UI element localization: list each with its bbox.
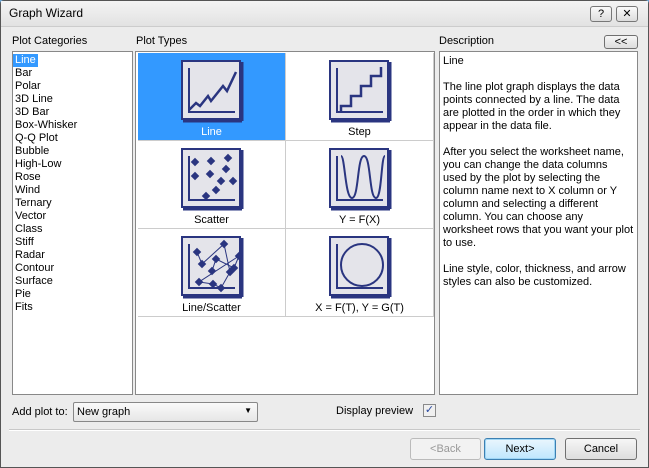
plot-type-function-plot[interactable]: Y = F(X)	[286, 141, 434, 229]
scatter-plot-icon	[180, 148, 243, 211]
category-item[interactable]: Radar	[13, 249, 132, 262]
category-item[interactable]: Line	[13, 54, 38, 67]
help-button[interactable]: ?	[590, 6, 612, 22]
plot-categories-label: Plot Categories	[12, 35, 88, 47]
plot-type-label: X = F(T), Y = G(T)	[315, 302, 404, 314]
plot-type-scatter-plot[interactable]: Scatter	[138, 141, 286, 229]
graph-wizard-dialog: Graph Wizard ? ✕ Plot Categories Line Bar…	[0, 0, 649, 468]
category-item[interactable]: High-Low	[13, 158, 132, 171]
category-item[interactable]: Bubble	[13, 145, 132, 158]
window-title: Graph Wizard	[9, 6, 84, 20]
close-button[interactable]: ✕	[616, 6, 638, 22]
chevron-down-icon: ▼	[244, 406, 252, 415]
description-label: Description	[439, 35, 495, 47]
plot-type-line-plot[interactable]: Line	[138, 53, 286, 141]
category-item[interactable]: Contour	[13, 262, 132, 275]
step-plot-icon	[328, 60, 391, 123]
plot-types-grid: Line Step Scatter Y = F(X) Line/Scatter X = F…	[135, 51, 435, 395]
category-item[interactable]: Box-Whisker	[13, 119, 132, 132]
separator	[9, 429, 640, 431]
description-title: Line	[443, 55, 464, 67]
description-paragraph: The line plot graph displays the data po…	[443, 81, 621, 132]
category-item[interactable]: Bar	[13, 67, 132, 80]
display-preview-label: Display preview	[336, 405, 414, 417]
next-button[interactable]: Next>	[484, 438, 556, 460]
display-preview-checkbox[interactable]: ✓	[423, 404, 436, 417]
category-item[interactable]: Wind	[13, 184, 132, 197]
category-item[interactable]: Pie	[13, 288, 132, 301]
function-plot-icon	[328, 148, 391, 211]
plot-type-label: Line	[201, 126, 222, 138]
plot-type-label: Step	[348, 126, 371, 138]
plot-type-label: Y = F(X)	[338, 214, 381, 226]
collapse-description-button[interactable]: <<	[604, 35, 638, 49]
category-item[interactable]: 3D Line	[13, 93, 132, 106]
line-scatter-plot-icon	[180, 236, 243, 299]
plot-type-line-scatter-plot[interactable]: Line/Scatter	[138, 229, 286, 317]
plot-types-label: Plot Types	[136, 35, 188, 47]
category-item[interactable]: Vector	[13, 210, 132, 223]
add-plot-dropdown[interactable]: New graph ▼	[73, 402, 258, 422]
cancel-button[interactable]: Cancel	[565, 438, 637, 460]
add-plot-value: New graph	[77, 406, 131, 418]
description-paragraph: After you select the worksheet name, you…	[443, 146, 634, 249]
title-bar: Graph Wizard ? ✕	[1, 1, 648, 27]
plot-type-parametric-plot[interactable]: X = F(T), Y = G(T)	[286, 229, 434, 317]
plot-categories-list[interactable]: Line Bar Polar 3D Line 3D Bar Box-Whisker Q-Q …	[12, 51, 133, 395]
category-item[interactable]: 3D Bar	[13, 106, 132, 119]
plot-type-label: Scatter	[194, 214, 229, 226]
line-plot-icon	[180, 60, 243, 123]
add-plot-label: Add plot to:	[12, 406, 68, 418]
category-item[interactable]: Class	[13, 223, 132, 236]
category-item[interactable]: Polar	[13, 80, 132, 93]
plot-type-step-plot[interactable]: Step	[286, 53, 434, 141]
category-item[interactable]: Q-Q Plot	[13, 132, 132, 145]
plot-type-label: Line/Scatter	[182, 302, 241, 314]
back-button[interactable]: <Back	[410, 438, 481, 460]
parametric-plot-icon	[328, 236, 391, 299]
category-item[interactable]: Ternary	[13, 197, 132, 210]
description-paragraph: Line style, color, thickness, and arrow …	[443, 263, 626, 288]
category-item[interactable]: Rose	[13, 171, 132, 184]
category-item[interactable]: Surface	[13, 275, 132, 288]
category-item[interactable]: Fits	[13, 301, 132, 314]
description-panel: Line The line plot graph displays the da…	[439, 51, 638, 395]
category-item[interactable]: Stiff	[13, 236, 132, 249]
